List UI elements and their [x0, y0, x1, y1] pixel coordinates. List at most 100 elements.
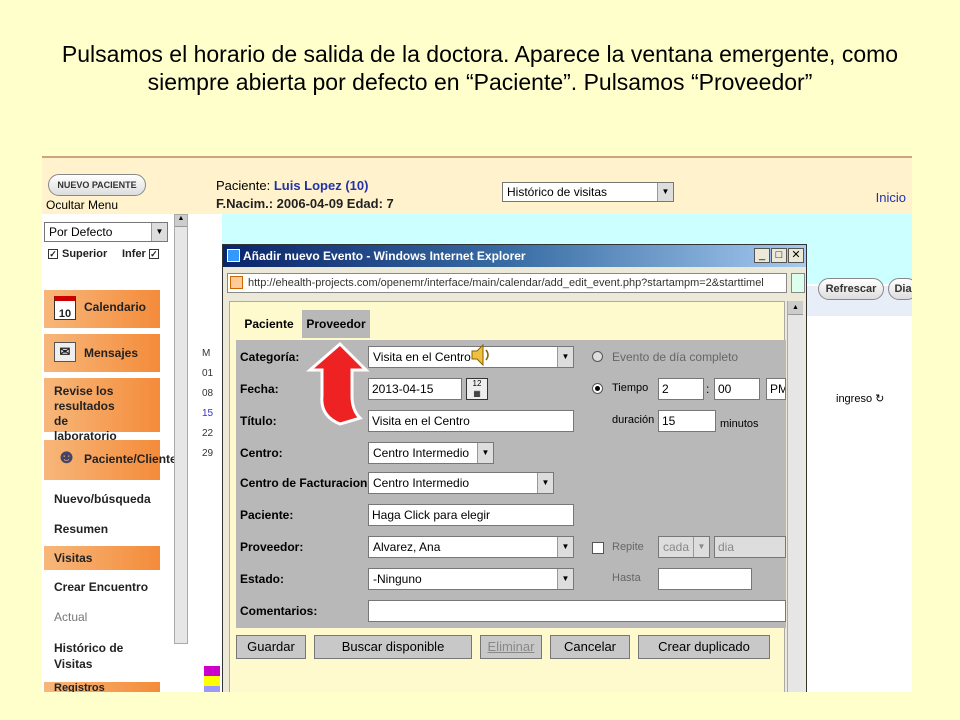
- menu-calendario[interactable]: 10 Calendario: [44, 290, 160, 328]
- patient-line: Paciente: Luis Lopez (10): [216, 178, 368, 193]
- top-bar: NUEVO PACIENTE Ocultar Menu Paciente: Lu…: [42, 158, 912, 214]
- add-event-window: Añadir nuevo Evento - Windows Internet E…: [222, 244, 807, 692]
- minute-input[interactable]: 00: [714, 378, 760, 400]
- address-bar[interactable]: http://ehealth-projects.com/openemr/inte…: [227, 273, 787, 293]
- comentarios-input[interactable]: [368, 600, 786, 622]
- repite-cada-select[interactable]: cada ▼: [658, 536, 710, 558]
- calendar-picker-icon[interactable]: 12 ▦: [466, 378, 488, 400]
- envelope-icon: ✉: [54, 342, 76, 362]
- legend-swatch: [204, 666, 220, 676]
- popup-scrollbar[interactable]: ▲: [787, 301, 803, 692]
- menu-actual[interactable]: Actual: [44, 604, 160, 630]
- patient-name[interactable]: Luis Lopez (10): [274, 178, 369, 193]
- maximize-icon[interactable]: □: [771, 248, 787, 263]
- evento-dia-label: Evento de día completo: [612, 350, 739, 364]
- calendar-icon: 10: [54, 296, 76, 320]
- guardar-button[interactable]: Guardar: [236, 635, 306, 659]
- fecha-input[interactable]: 2013-04-15: [368, 378, 462, 400]
- menu-mensajes[interactable]: ✉ Mensajes: [44, 334, 160, 372]
- cancelar-button[interactable]: Cancelar: [550, 635, 630, 659]
- fecha-label: Fecha:: [240, 382, 279, 396]
- infer-checkbox[interactable]: Infer ✓: [122, 248, 163, 260]
- menu-nuevo-busqueda[interactable]: Nuevo/búsqueda: [44, 486, 160, 512]
- crear-duplicado-button[interactable]: Crear duplicado: [638, 635, 770, 659]
- view-select[interactable]: Por Defecto ▼: [44, 222, 168, 242]
- buscar-disponible-button[interactable]: Buscar disponible: [314, 635, 472, 659]
- repite-dia-select[interactable]: dia: [714, 536, 786, 558]
- menu-revise-resultados[interactable]: Revise los resultados de laboratorio: [44, 378, 160, 443]
- mini-calendar-label: M: [202, 348, 211, 359]
- screenshot-area: NUEVO PACIENTE Ocultar Menu Paciente: Lu…: [42, 156, 912, 692]
- hour-input[interactable]: 2: [658, 378, 704, 400]
- slide-caption: Pulsamos el horario de salida de la doct…: [61, 41, 899, 95]
- close-icon[interactable]: ✕: [788, 248, 804, 263]
- time-separator: :: [706, 382, 710, 396]
- ingreso-label[interactable]: ingreso ↻: [836, 392, 884, 405]
- history-select-value: Histórico de visitas: [507, 185, 608, 199]
- minimize-icon[interactable]: _: [754, 248, 770, 263]
- menu-crear-encuentro[interactable]: Crear Encuentro: [44, 574, 160, 600]
- mini-calendar-day[interactable]: 22: [202, 424, 213, 444]
- menu-registros[interactable]: Registros: [44, 682, 160, 692]
- paciente-input[interactable]: Haga Click para elegir: [368, 504, 574, 526]
- history-select[interactable]: Histórico de visitas ▼: [502, 182, 674, 202]
- proveedor-label: Proveedor:: [240, 540, 304, 554]
- tiempo-radio[interactable]: [592, 383, 603, 394]
- compat-icon[interactable]: [791, 273, 805, 293]
- hasta-input[interactable]: [658, 568, 752, 590]
- birth-line: F.Nacim.: 2006-04-09 Edad: 7: [216, 196, 394, 211]
- mini-calendar-day[interactable]: 08: [202, 384, 213, 404]
- centro-value: Centro Intermedio: [373, 446, 470, 460]
- legend-swatch: [204, 676, 220, 686]
- categoria-value: Visita en el Centro: [373, 350, 471, 364]
- superior-checkbox[interactable]: ✓ Superior: [48, 248, 107, 260]
- proveedor-select[interactable]: Alvarez, Ana ▼: [368, 536, 574, 558]
- evento-dia-radio[interactable]: [592, 351, 603, 362]
- facturacion-select[interactable]: Centro Intermedio ▼: [368, 472, 554, 494]
- check-icon: ✓: [48, 249, 58, 260]
- tab-proveedor[interactable]: Proveedor: [302, 310, 370, 338]
- new-patient-button[interactable]: NUEVO PACIENTE: [48, 174, 146, 196]
- tiempo-label: Tiempo: [612, 382, 649, 394]
- minutos-label: minutos: [720, 418, 759, 430]
- chevron-down-icon: ▼: [477, 443, 493, 463]
- eliminar-button[interactable]: Eliminar: [480, 635, 542, 659]
- hide-menu-link[interactable]: Ocultar Menu: [46, 198, 118, 212]
- mini-calendar-day[interactable]: 29: [202, 444, 213, 464]
- ampm-select[interactable]: PM: [766, 378, 786, 400]
- menu-mensajes-label: Mensajes: [84, 346, 139, 360]
- chevron-down-icon: ▼: [537, 473, 553, 493]
- window-title: Añadir nuevo Evento - Windows Internet E…: [243, 249, 526, 263]
- facturacion-label: Centro de Facturacion:: [240, 476, 372, 490]
- menu-historico-visitas[interactable]: Histórico de Visitas: [44, 636, 160, 676]
- speaker-icon[interactable]: [470, 342, 492, 368]
- left-menu: Por Defecto ▼ ✓ Superior Infer ✓ 10 Calend…: [42, 214, 177, 692]
- estado-select[interactable]: -Ninguno ▼: [368, 568, 574, 590]
- repite-checkbox[interactable]: [592, 542, 604, 554]
- menu-visitas[interactable]: Visitas: [44, 546, 160, 570]
- facturacion-value: Centro Intermedio: [373, 476, 470, 490]
- menu-paciente-label: Paciente/Cliente: [84, 452, 177, 466]
- inicio-link[interactable]: Inicio: [876, 190, 906, 205]
- repite-cada-value: cada: [663, 540, 690, 554]
- ingreso-text: ingreso: [836, 393, 873, 405]
- tab-paciente[interactable]: Paciente: [236, 310, 302, 338]
- left-scrollbar[interactable]: ▲: [174, 214, 188, 644]
- menu-calendario-label: Calendario: [84, 300, 147, 314]
- ie-icon: [227, 249, 240, 262]
- menu-resumen[interactable]: Resumen: [44, 516, 160, 542]
- chevron-down-icon: ▼: [557, 347, 573, 367]
- day-button[interactable]: Dia: [888, 278, 912, 300]
- centro-select[interactable]: Centro Intermedio ▼: [368, 442, 494, 464]
- menu-paciente-cliente[interactable]: ☻ Paciente/Cliente: [44, 440, 177, 480]
- refresh-button[interactable]: Refrescar: [818, 278, 884, 300]
- person-icon: ☻: [56, 446, 78, 468]
- mini-calendar-day[interactable]: 01: [202, 364, 213, 384]
- centro-label: Centro:: [240, 446, 283, 460]
- mini-calendar: M 01 08 15 22 29: [202, 344, 213, 464]
- scroll-up-icon[interactable]: ▲: [175, 215, 187, 227]
- duracion-input[interactable]: 15: [658, 410, 716, 432]
- titulo-input[interactable]: Visita en el Centro: [368, 410, 574, 432]
- mini-calendar-day[interactable]: 15: [202, 404, 213, 424]
- scroll-up-icon[interactable]: ▲: [788, 301, 803, 315]
